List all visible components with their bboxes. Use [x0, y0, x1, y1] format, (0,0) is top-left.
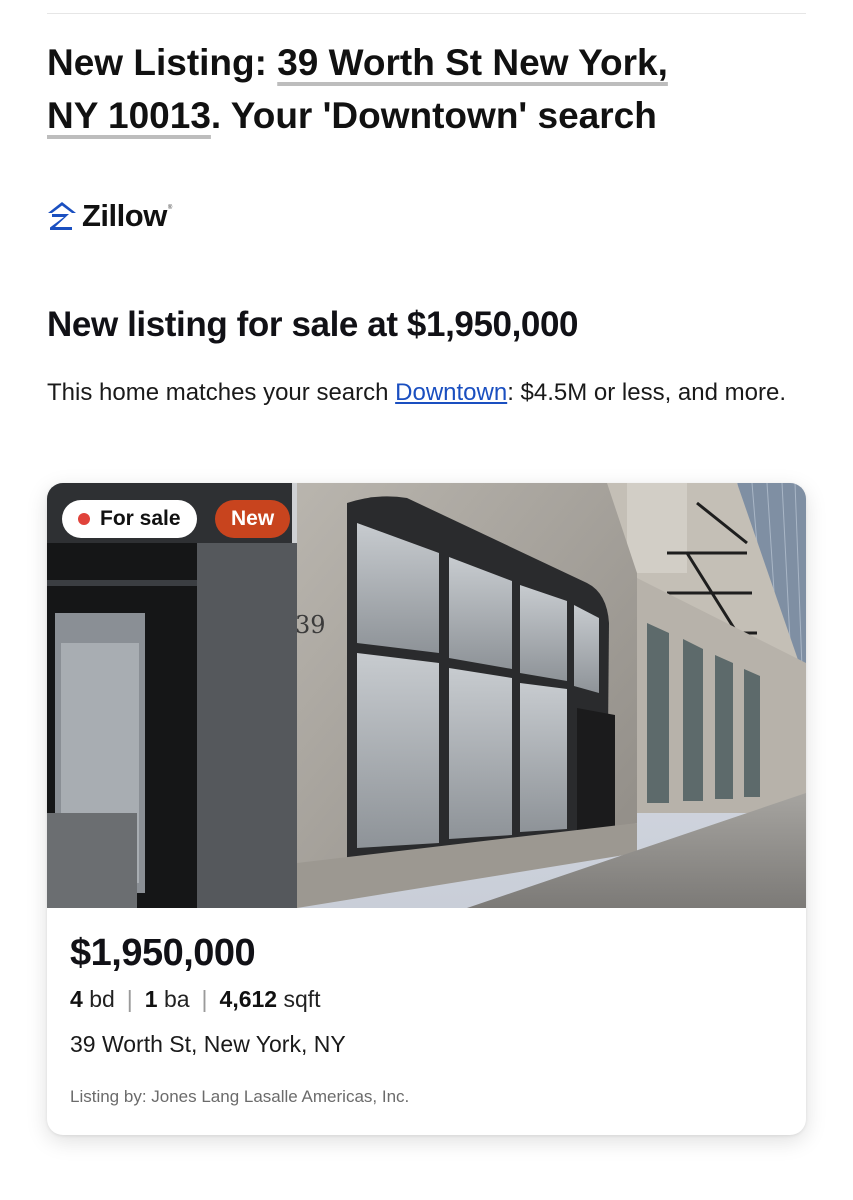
downtown-search-link[interactable]: Downtown: [395, 379, 507, 406]
registered-mark: ®: [167, 205, 173, 211]
zillow-wordmark: Zillow: [82, 198, 167, 233]
listing-photo[interactable]: 39: [47, 483, 806, 908]
description-suffix: : $4.5M or less, and more.: [507, 379, 786, 406]
top-divider: [47, 13, 806, 14]
listing-price[interactable]: $1,950,000: [70, 932, 256, 975]
zillow-logo-icon: [47, 201, 77, 231]
for-sale-badge: For sale: [62, 500, 197, 538]
new-badge: New: [215, 500, 291, 538]
subject-address-link-1[interactable]: 39 Worth St New York,: [277, 42, 668, 83]
beds-value: 4: [70, 986, 83, 1012]
building-number: 39: [295, 611, 326, 639]
listing-card[interactable]: 39 For sale New $1,950,000 4 bd | 1 ba |…: [47, 483, 806, 1135]
subject-suffix: . Your 'Downtown' search: [210, 95, 657, 136]
subject-address-link-2[interactable]: NY 10013: [47, 95, 211, 136]
status-dot-icon: [78, 513, 90, 525]
baths-unit: ba: [163, 986, 190, 1012]
sqft-value: 4,612: [219, 986, 278, 1012]
listing-address[interactable]: 39 Worth St, New York, NY: [70, 1031, 346, 1058]
description-prefix: This home matches your search: [47, 379, 396, 406]
sqft-unit: sqft: [283, 986, 321, 1012]
email-subject: New Listing: 39 Worth St New York, NY 100…: [47, 36, 807, 142]
subject-prefix: New Listing:: [47, 42, 278, 83]
listing-agent: Listing by: Jones Lang Lasalle Americas,…: [70, 1087, 410, 1106]
zillow-logo[interactable]: Zillow ®: [47, 196, 172, 236]
beds-unit: bd: [89, 986, 115, 1012]
search-match-description: This home matches your search Downtown: …: [47, 372, 787, 413]
baths-value: 1: [144, 986, 158, 1012]
listing-headline: New listing for sale at $1,950,000: [47, 305, 579, 344]
for-sale-label: For sale: [100, 507, 181, 530]
new-label: New: [231, 507, 275, 530]
facts-separator: |: [201, 986, 208, 1012]
listing-facts: 4 bd | 1 ba | 4,612 sqft: [70, 986, 321, 1013]
facts-separator: |: [126, 986, 133, 1012]
